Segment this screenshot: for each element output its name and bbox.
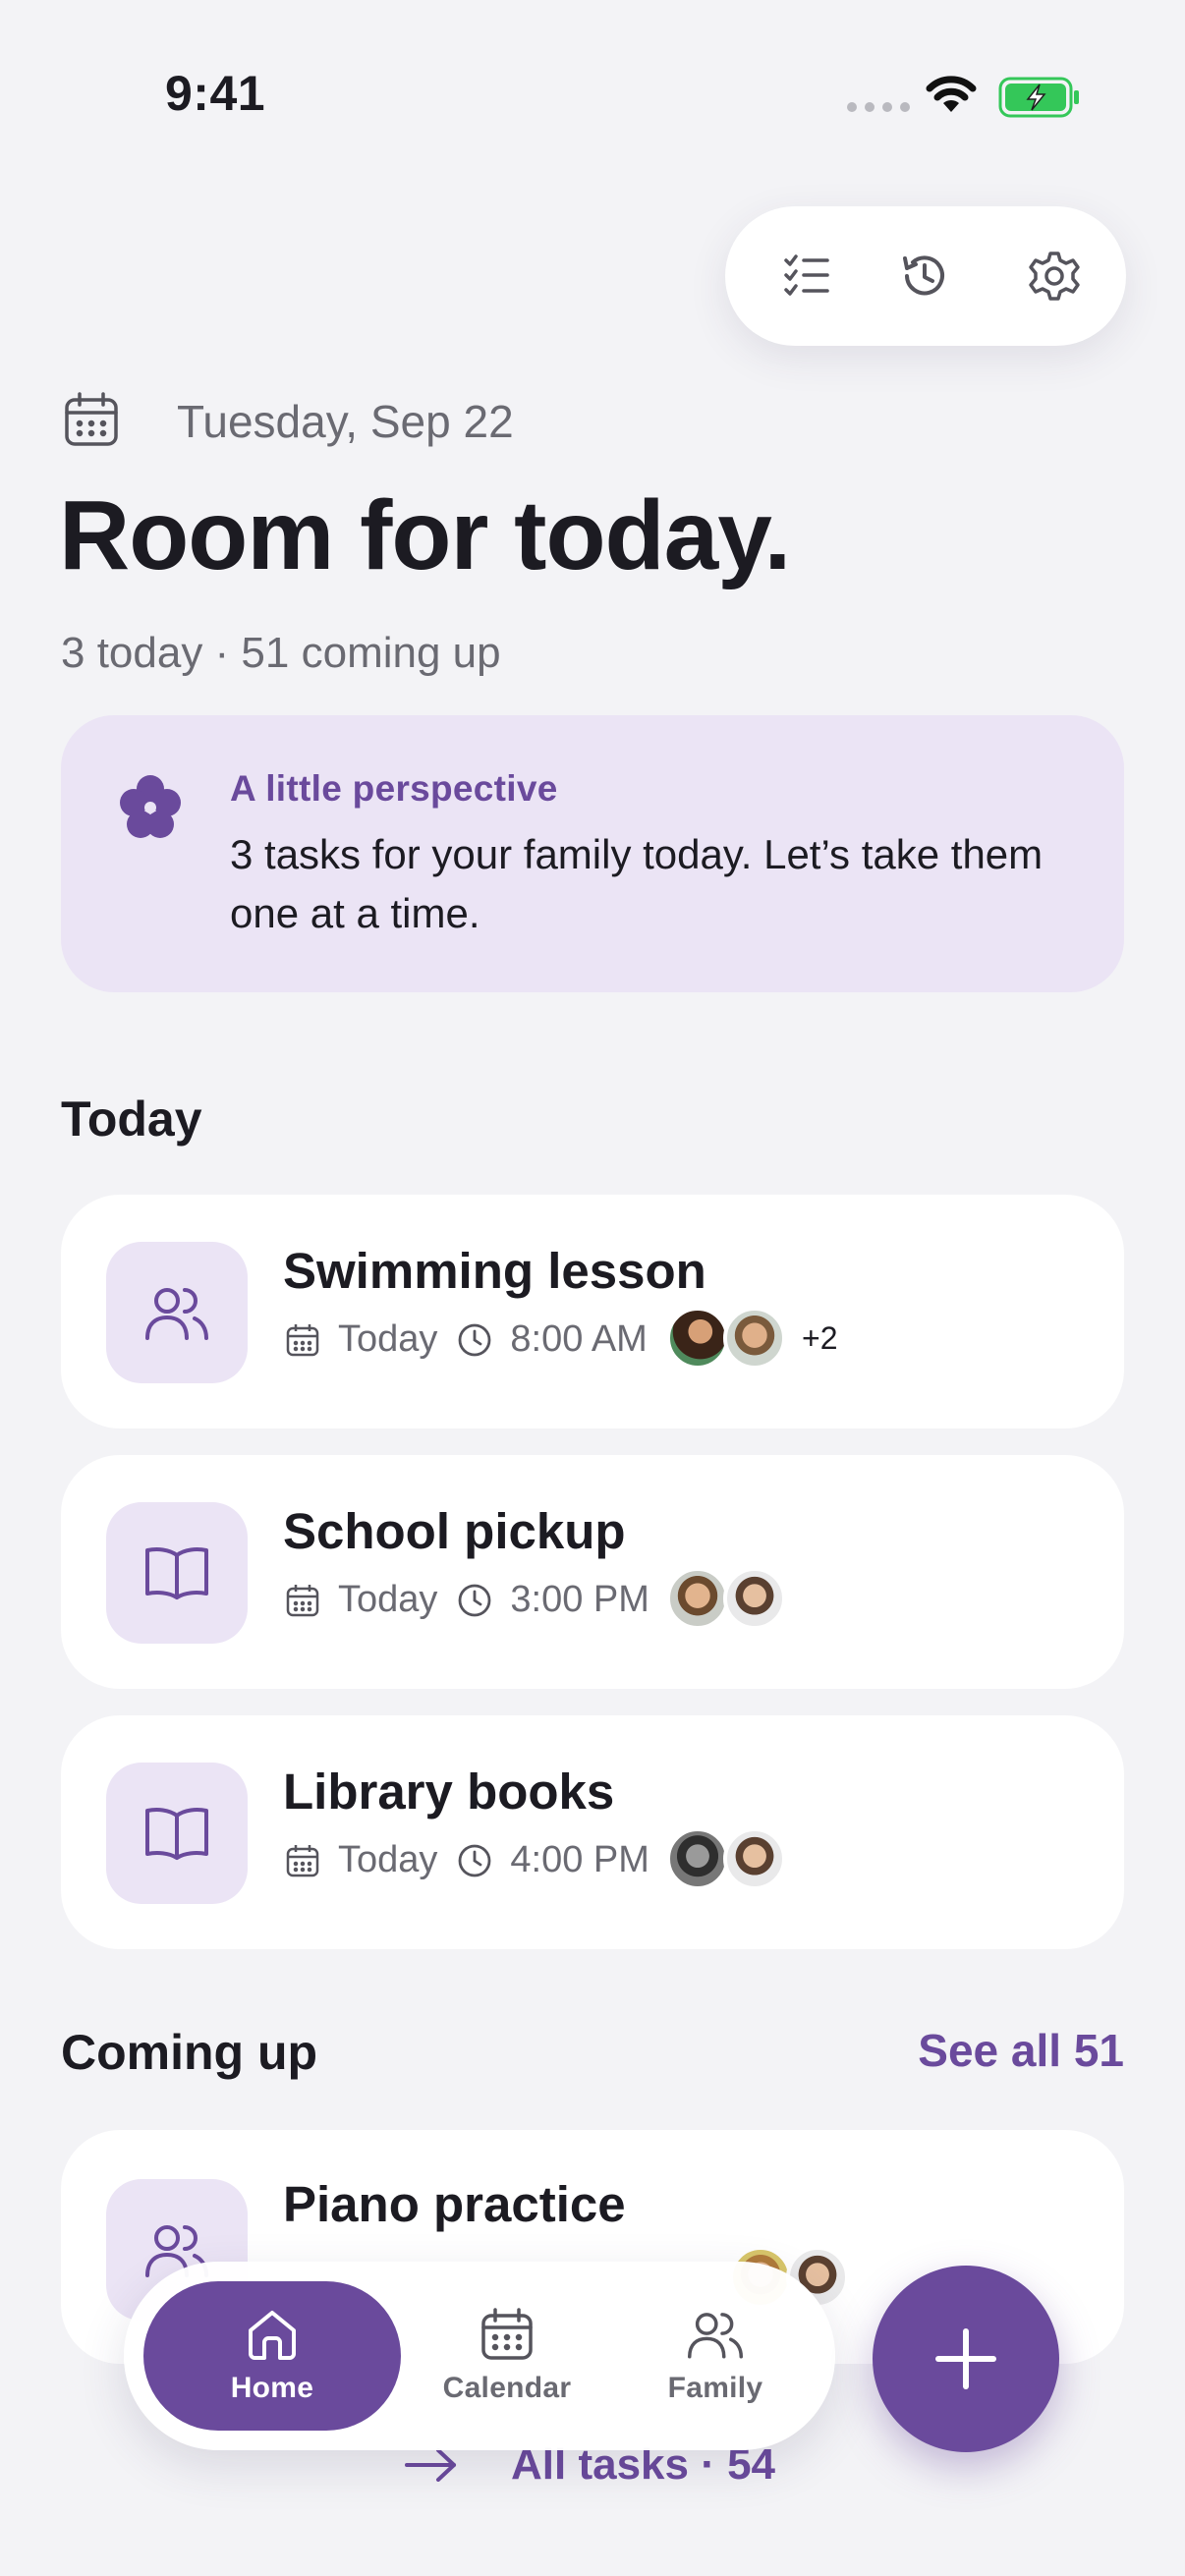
book-icon — [145, 1547, 208, 1599]
nav-home[interactable]: Home — [143, 2281, 401, 2431]
avatar — [723, 1307, 786, 1370]
book-icon — [145, 1808, 208, 1860]
calendar-icon — [286, 1323, 319, 1356]
add-task-button[interactable] — [873, 2266, 1059, 2452]
nav-calendar[interactable]: Calendar — [417, 2281, 597, 2431]
nav-label: Calendar — [442, 2372, 572, 2404]
page-title: Room for today. — [59, 480, 791, 590]
section-title-today: Today — [61, 1092, 202, 1147]
calendar-icon — [65, 392, 118, 446]
task-meta: Today 3:00 PM — [285, 1579, 649, 1621]
task-time: 4:00 PM — [510, 1839, 649, 1880]
gear-icon — [1029, 252, 1080, 301]
history-button[interactable] — [890, 242, 959, 310]
task-name: Swimming lesson — [283, 1243, 706, 1299]
section-title-coming-up: Coming up — [61, 2025, 318, 2080]
task-name: School pickup — [283, 1503, 626, 1559]
perspective-text: 3 tasks for your family today. Let’s tak… — [230, 831, 1044, 936]
task-day: Today — [338, 1318, 438, 1360]
task-meta: Today 8:00 AM — [285, 1318, 648, 1361]
clock-icon — [459, 1844, 491, 1876]
task-card-swimming-lesson[interactable]: Swimming lesson Today 8:00 AM +2 — [61, 1195, 1124, 1428]
task-time: 8:00 AM — [510, 1318, 648, 1360]
nav-label: Home — [230, 2372, 314, 2404]
checklist-icon — [784, 254, 829, 296]
clock-icon — [459, 1584, 491, 1616]
task-name: Piano practice — [283, 2176, 626, 2232]
settings-button[interactable] — [1020, 242, 1089, 310]
history-icon — [903, 255, 944, 296]
assignee-avatars: +2 — [666, 1307, 837, 1370]
calendar-icon — [481, 2308, 533, 2360]
plus-icon — [935, 2328, 996, 2389]
avatar — [666, 1827, 729, 1890]
task-meta: Today 4:00 PM — [285, 1839, 649, 1881]
calendar-icon — [286, 1584, 319, 1616]
task-card-library-books[interactable]: Library books Today 4:00 PM — [61, 1715, 1124, 1949]
task-summary: 3 today · 51 coming up — [61, 629, 501, 677]
flower-icon — [120, 775, 181, 838]
see-all-link[interactable]: See all 51 — [918, 2024, 1124, 2077]
assignee-avatars — [666, 1567, 786, 1630]
status-time: 9:41 — [165, 66, 266, 121]
task-day: Today — [338, 1579, 438, 1620]
task-name: Library books — [283, 1764, 615, 1820]
wifi-icon — [926, 76, 977, 112]
battery-icon — [998, 77, 1079, 118]
top-toolbar — [725, 206, 1126, 346]
people-icon — [145, 1288, 208, 1340]
avatar — [666, 1567, 729, 1630]
task-card-school-pickup[interactable]: School pickup Today 3:00 PM — [61, 1455, 1124, 1689]
task-day: Today — [338, 1839, 438, 1880]
nav-label: Family — [667, 2372, 763, 2404]
current-date: Tuesday, Sep 22 — [177, 396, 514, 447]
nav-family[interactable]: Family — [625, 2281, 806, 2431]
assignee-avatars — [666, 1827, 786, 1890]
avatar — [666, 1307, 729, 1370]
calendar-icon — [286, 1844, 319, 1876]
arrow-right-icon — [405, 2448, 456, 2482]
task-icon — [106, 1242, 248, 1383]
task-time: 3:00 PM — [510, 1579, 649, 1620]
cellular-signal-icon — [847, 102, 910, 112]
more-assignees-count: +2 — [802, 1319, 838, 1356]
bottom-nav: Home Calendar Family — [124, 2262, 835, 2450]
people-icon — [688, 2313, 743, 2359]
task-icon — [106, 1763, 248, 1904]
checklist-button[interactable] — [772, 242, 841, 310]
perspective-label: A little perspective — [230, 768, 558, 809]
home-icon — [249, 2311, 296, 2360]
task-icon — [106, 1502, 248, 1644]
avatar — [723, 1827, 786, 1890]
avatar — [723, 1567, 786, 1630]
clock-icon — [459, 1323, 491, 1356]
